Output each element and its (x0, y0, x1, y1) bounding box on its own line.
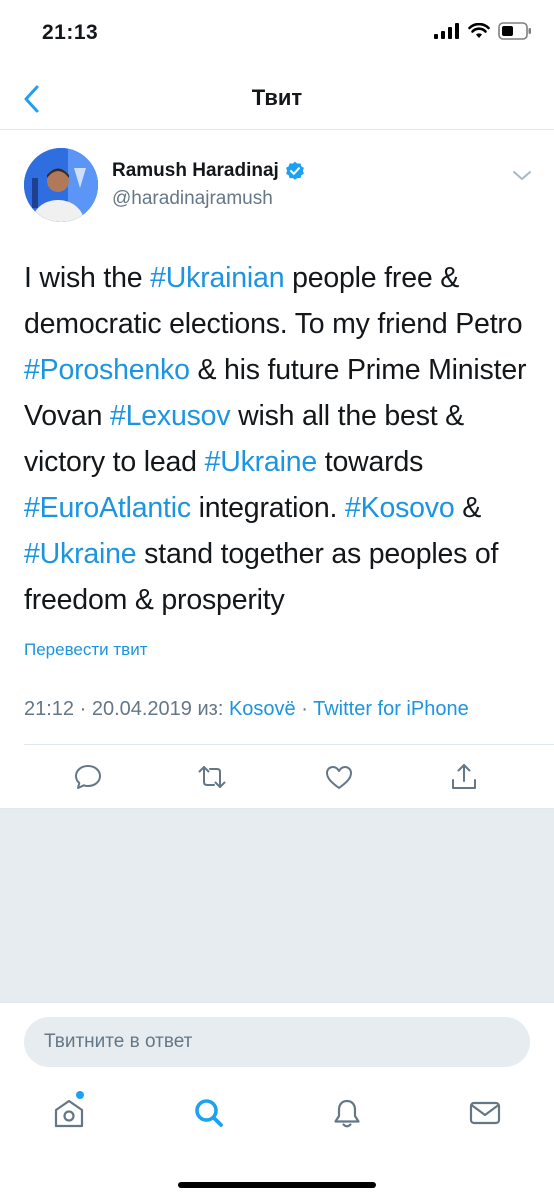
reply-input[interactable] (24, 1017, 530, 1067)
nav-bar: Твит (0, 68, 554, 130)
home-notification-dot (76, 1091, 84, 1099)
translate-tweet-link[interactable]: Перевести твит (24, 640, 147, 660)
status-time: 21:13 (42, 21, 99, 44)
tweet-text-segment: integration. (190, 492, 345, 524)
cellular-signal-icon (434, 23, 459, 39)
reply-bar (0, 1002, 554, 1078)
avatar-image (24, 148, 98, 222)
tweet-meta: 21:12 · 20.04.2019 из: Kosovë · Twitter … (24, 698, 469, 721)
status-bar: 21:13 (0, 0, 554, 68)
tweet-timestamp: 21:12 · 20.04.2019 из: (24, 698, 229, 720)
home-indicator (178, 1182, 376, 1188)
tweet-source-link[interactable]: Twitter for iPhone (313, 698, 469, 720)
reply-icon[interactable] (73, 762, 103, 792)
divider (24, 744, 554, 745)
empty-replies-area (0, 808, 554, 1002)
hashtag-link[interactable]: #Ukraine (205, 446, 318, 478)
tweet-text-segment: & (454, 492, 482, 524)
meta-separator: · (295, 698, 314, 720)
verified-badge-icon (285, 161, 304, 180)
messages-icon[interactable] (468, 1096, 502, 1130)
tweet-header: Ramush Haradinaj @haradinajramush (24, 148, 534, 228)
tweet-text-segment: I wish the (24, 262, 151, 294)
hashtag-link[interactable]: #EuroAtlantic (24, 492, 191, 524)
notifications-icon[interactable] (330, 1096, 364, 1130)
battery-icon (498, 22, 531, 40)
home-icon[interactable] (52, 1096, 86, 1130)
hashtag-link[interactable]: #Kosovo (345, 492, 455, 524)
hashtag-link[interactable]: #Lexusov (110, 400, 231, 432)
author-handle[interactable]: @haradinajramush (112, 188, 273, 210)
tweet-text: I wish the #Ukrainian people free & demo… (24, 255, 534, 623)
page-title: Твит (251, 85, 303, 110)
retweet-icon[interactable] (197, 762, 227, 792)
hashtag-link[interactable]: #Ukraine (24, 538, 137, 570)
share-icon[interactable] (449, 762, 479, 792)
search-icon[interactable] (192, 1096, 226, 1130)
author-name-text: Ramush Haradinaj (112, 160, 279, 181)
tweet-text-segment: towards (317, 446, 424, 478)
avatar[interactable] (24, 148, 98, 222)
wifi-icon (468, 23, 490, 38)
chevron-down-icon[interactable] (510, 164, 534, 188)
like-icon[interactable] (324, 762, 354, 792)
hashtag-link[interactable]: #Ukrainian (150, 262, 284, 294)
hashtag-link[interactable]: #Poroshenko (24, 354, 190, 386)
tweet-actions (0, 752, 554, 806)
status-icons (434, 22, 532, 40)
author-name[interactable]: Ramush Haradinaj (112, 160, 305, 182)
tweet-location-link[interactable]: Kosovë (229, 698, 296, 720)
